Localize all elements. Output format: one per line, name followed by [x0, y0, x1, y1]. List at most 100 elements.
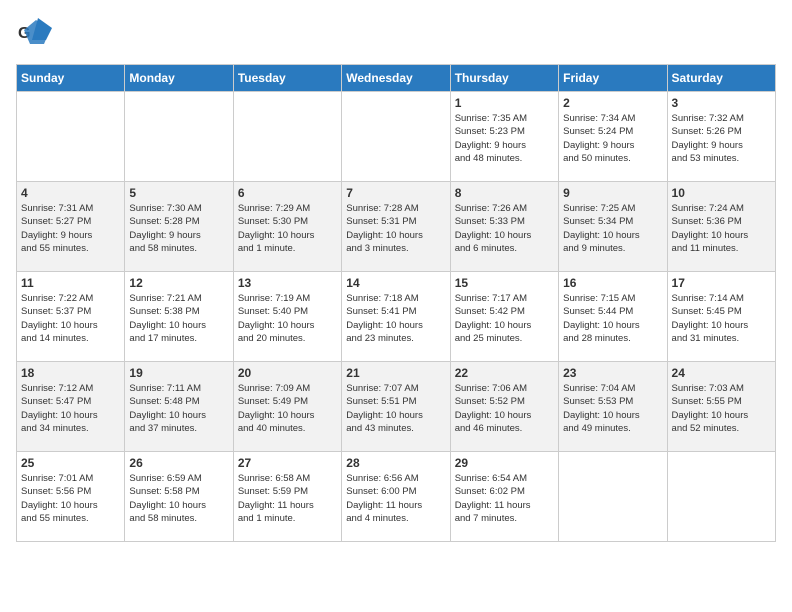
day-info: Sunrise: 7:11 AM Sunset: 5:48 PM Dayligh… [129, 382, 228, 435]
calendar-cell [559, 452, 667, 542]
day-info: Sunrise: 7:14 AM Sunset: 5:45 PM Dayligh… [672, 292, 771, 345]
day-info: Sunrise: 7:29 AM Sunset: 5:30 PM Dayligh… [238, 202, 337, 255]
calendar-cell [233, 92, 341, 182]
calendar-cell: 10Sunrise: 7:24 AM Sunset: 5:36 PM Dayli… [667, 182, 775, 272]
day-number: 22 [455, 366, 554, 380]
calendar-week-row: 25 Sunrise: 7:01 AM Sunset: 5:56 PM Dayli… [17, 452, 776, 542]
calendar-cell: 4 Sunrise: 7:31 AM Sunset: 5:27 PM Daylig… [17, 182, 125, 272]
calendar-cell: 14Sunrise: 7:18 AM Sunset: 5:41 PM Dayli… [342, 272, 450, 362]
header-wednesday: Wednesday [342, 65, 450, 92]
day-number: 21 [346, 366, 445, 380]
day-info: Sunrise: 7:06 AM Sunset: 5:52 PM Dayligh… [455, 382, 554, 435]
day-info: Sunrise: 7:18 AM Sunset: 5:41 PM Dayligh… [346, 292, 445, 345]
calendar-cell: 19 Sunrise: 7:11 AM Sunset: 5:48 PM Dayli… [125, 362, 233, 452]
calendar-cell: 27 Sunrise: 6:58 AM Sunset: 5:59 PM Dayli… [233, 452, 341, 542]
day-info: Sunrise: 7:35 AM Sunset: 5:23 PM Dayligh… [455, 112, 554, 165]
day-number: 19 [129, 366, 228, 380]
calendar-cell: 3 Sunrise: 7:32 AM Sunset: 5:26 PM Daylig… [667, 92, 775, 182]
calendar-cell: 2 Sunrise: 7:34 AM Sunset: 5:24 PM Daylig… [559, 92, 667, 182]
calendar-cell: 16 Sunrise: 7:15 AM Sunset: 5:44 PM Dayli… [559, 272, 667, 362]
day-number: 24 [672, 366, 771, 380]
day-number: 26 [129, 456, 228, 470]
day-number: 16 [563, 276, 662, 290]
calendar-cell: 22 Sunrise: 7:06 AM Sunset: 5:52 PM Dayli… [450, 362, 558, 452]
calendar-cell: 5 Sunrise: 7:30 AM Sunset: 5:28 PM Daylig… [125, 182, 233, 272]
day-info: Sunrise: 6:59 AM Sunset: 5:58 PM Dayligh… [129, 472, 228, 525]
calendar-cell [342, 92, 450, 182]
day-info: Sunrise: 6:58 AM Sunset: 5:59 PM Dayligh… [238, 472, 337, 525]
day-info: Sunrise: 7:01 AM Sunset: 5:56 PM Dayligh… [21, 472, 120, 525]
calendar-week-row: 1 Sunrise: 7:35 AM Sunset: 5:23 PM Daylig… [17, 92, 776, 182]
day-info: Sunrise: 7:24 AM Sunset: 5:36 PM Dayligh… [672, 202, 771, 255]
calendar-cell: 1 Sunrise: 7:35 AM Sunset: 5:23 PM Daylig… [450, 92, 558, 182]
header-friday: Friday [559, 65, 667, 92]
calendar-cell: 18 Sunrise: 7:12 AM Sunset: 5:47 PM Dayli… [17, 362, 125, 452]
day-info: Sunrise: 7:31 AM Sunset: 5:27 PM Dayligh… [21, 202, 120, 255]
day-number: 8 [455, 186, 554, 200]
day-number: 28 [346, 456, 445, 470]
day-number: 2 [563, 96, 662, 110]
day-info: Sunrise: 7:22 AM Sunset: 5:37 PM Dayligh… [21, 292, 120, 345]
day-number: 18 [21, 366, 120, 380]
header-thursday: Thursday [450, 65, 558, 92]
calendar-cell: 29 Sunrise: 6:54 AM Sunset: 6:02 PM Dayli… [450, 452, 558, 542]
calendar-cell: 15Sunrise: 7:17 AM Sunset: 5:42 PM Dayli… [450, 272, 558, 362]
header-monday: Monday [125, 65, 233, 92]
day-number: 27 [238, 456, 337, 470]
calendar-cell: 6 Sunrise: 7:29 AM Sunset: 5:30 PM Daylig… [233, 182, 341, 272]
calendar-cell: 28 Sunrise: 6:56 AM Sunset: 6:00 PM Dayli… [342, 452, 450, 542]
day-info: Sunrise: 6:54 AM Sunset: 6:02 PM Dayligh… [455, 472, 554, 525]
day-number: 7 [346, 186, 445, 200]
day-info: Sunrise: 7:21 AM Sunset: 5:38 PM Dayligh… [129, 292, 228, 345]
calendar-cell: 23 Sunrise: 7:04 AM Sunset: 5:53 PM Dayli… [559, 362, 667, 452]
calendar-cell: 13 Sunrise: 7:19 AM Sunset: 5:40 PM Dayli… [233, 272, 341, 362]
day-info: Sunrise: 7:12 AM Sunset: 5:47 PM Dayligh… [21, 382, 120, 435]
day-info: Sunrise: 7:19 AM Sunset: 5:40 PM Dayligh… [238, 292, 337, 345]
day-info: Sunrise: 7:26 AM Sunset: 5:33 PM Dayligh… [455, 202, 554, 255]
day-number: 20 [238, 366, 337, 380]
day-info: Sunrise: 6:56 AM Sunset: 6:00 PM Dayligh… [346, 472, 445, 525]
calendar-cell: 24Sunrise: 7:03 AM Sunset: 5:55 PM Dayli… [667, 362, 775, 452]
day-number: 4 [21, 186, 120, 200]
calendar-cell [125, 92, 233, 182]
logo: G [16, 16, 56, 52]
day-number: 17 [672, 276, 771, 290]
day-info: Sunrise: 7:34 AM Sunset: 5:24 PM Dayligh… [563, 112, 662, 165]
calendar-cell [667, 452, 775, 542]
calendar-cell: 26 Sunrise: 6:59 AM Sunset: 5:58 PM Dayli… [125, 452, 233, 542]
calendar-cell: 20 Sunrise: 7:09 AM Sunset: 5:49 PM Dayli… [233, 362, 341, 452]
calendar-table: SundayMondayTuesdayWednesdayThursdayFrid… [16, 64, 776, 542]
page-header: G [16, 16, 776, 52]
day-info: Sunrise: 7:25 AM Sunset: 5:34 PM Dayligh… [563, 202, 662, 255]
day-info: Sunrise: 7:04 AM Sunset: 5:53 PM Dayligh… [563, 382, 662, 435]
day-number: 13 [238, 276, 337, 290]
day-number: 12 [129, 276, 228, 290]
calendar-week-row: 18 Sunrise: 7:12 AM Sunset: 5:47 PM Dayli… [17, 362, 776, 452]
day-info: Sunrise: 7:30 AM Sunset: 5:28 PM Dayligh… [129, 202, 228, 255]
calendar-cell: 12 Sunrise: 7:21 AM Sunset: 5:38 PM Dayli… [125, 272, 233, 362]
calendar-cell: 25 Sunrise: 7:01 AM Sunset: 5:56 PM Dayli… [17, 452, 125, 542]
calendar-cell: 7Sunrise: 7:28 AM Sunset: 5:31 PM Daylig… [342, 182, 450, 272]
calendar-header-row: SundayMondayTuesdayWednesdayThursdayFrid… [17, 65, 776, 92]
day-info: Sunrise: 7:17 AM Sunset: 5:42 PM Dayligh… [455, 292, 554, 345]
day-number: 1 [455, 96, 554, 110]
day-number: 6 [238, 186, 337, 200]
calendar-cell: 11 Sunrise: 7:22 AM Sunset: 5:37 PM Dayli… [17, 272, 125, 362]
day-number: 23 [563, 366, 662, 380]
day-number: 25 [21, 456, 120, 470]
day-number: 3 [672, 96, 771, 110]
day-number: 5 [129, 186, 228, 200]
calendar-cell: 9Sunrise: 7:25 AM Sunset: 5:34 PM Daylig… [559, 182, 667, 272]
day-number: 11 [21, 276, 120, 290]
header-tuesday: Tuesday [233, 65, 341, 92]
header-saturday: Saturday [667, 65, 775, 92]
day-number: 29 [455, 456, 554, 470]
calendar-cell: 17 Sunrise: 7:14 AM Sunset: 5:45 PM Dayli… [667, 272, 775, 362]
day-info: Sunrise: 7:07 AM Sunset: 5:51 PM Dayligh… [346, 382, 445, 435]
calendar-cell: 21 Sunrise: 7:07 AM Sunset: 5:51 PM Dayli… [342, 362, 450, 452]
day-info: Sunrise: 7:09 AM Sunset: 5:49 PM Dayligh… [238, 382, 337, 435]
calendar-week-row: 4 Sunrise: 7:31 AM Sunset: 5:27 PM Daylig… [17, 182, 776, 272]
calendar-week-row: 11 Sunrise: 7:22 AM Sunset: 5:37 PM Dayli… [17, 272, 776, 362]
day-info: Sunrise: 7:32 AM Sunset: 5:26 PM Dayligh… [672, 112, 771, 165]
day-info: Sunrise: 7:15 AM Sunset: 5:44 PM Dayligh… [563, 292, 662, 345]
